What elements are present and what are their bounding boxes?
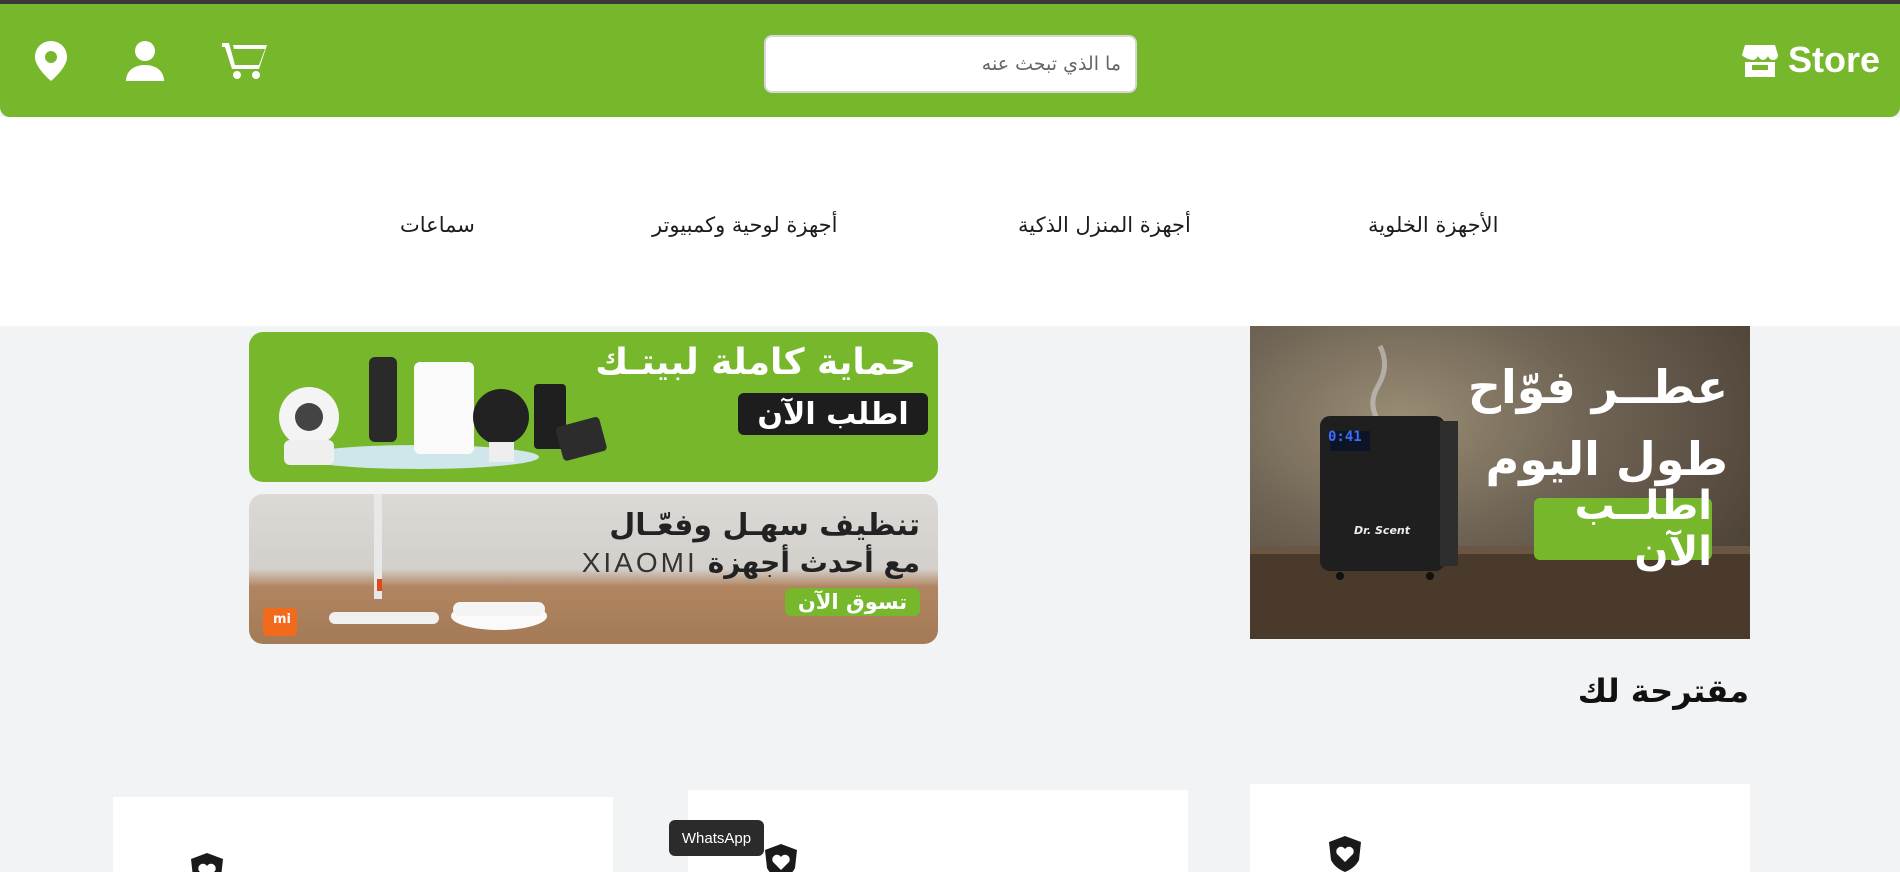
diffuser-display: 0:41	[1328, 429, 1362, 445]
security-banner[interactable]: حماية كاملة لبيتـك اطلب الآن	[249, 332, 938, 482]
search-box[interactable]	[764, 35, 1137, 93]
user-icon	[126, 41, 164, 81]
xiaomi-wordmark: XIAOMI	[581, 546, 698, 578]
product-card[interactable]	[1250, 784, 1750, 872]
cart-button[interactable]	[220, 36, 270, 86]
favorite-heart-icon[interactable]	[187, 851, 227, 872]
brand-name: Store	[1787, 39, 1880, 80]
nav-item-tablets-computers[interactable]: أجهزة لوحية وكمبيوتر	[652, 213, 838, 237]
category-nav: الأجهزة الخلوية أجهزة المنزل الذكية أجهز…	[0, 117, 1900, 326]
whatsapp-button[interactable]: WhatsApp	[669, 820, 764, 856]
cleaning-cta[interactable]: تسوق الآن	[785, 588, 920, 616]
cart-icon	[222, 43, 267, 79]
scent-line1: عطــر فوّاح	[1467, 360, 1728, 414]
site-header: Store	[0, 4, 1900, 117]
xiaomi-cleaning-banner[interactable]: mi تنظيف سهـل وفعّـال مع أحدث أجهزة XIAO…	[249, 494, 938, 644]
security-cta[interactable]: اطلب الآن	[738, 393, 928, 435]
cleaning-line2: مع أحدث أجهزة XIAOMI	[582, 546, 920, 579]
favorite-heart-icon[interactable]	[1325, 834, 1365, 872]
nav-item-headphones[interactable]: سماعات	[400, 213, 475, 237]
scent-cta[interactable]: اطلــب الآن	[1534, 483, 1712, 575]
location-icon	[35, 41, 67, 81]
security-headline: حماية كاملة لبيتـك	[595, 342, 916, 383]
nav-item-smart-home[interactable]: أجهزة المنزل الذكية	[1018, 213, 1191, 237]
mi-logo: mi	[273, 612, 292, 627]
nav-item-mobiles[interactable]: الأجهزة الخلوية	[1368, 213, 1498, 237]
store-icon	[1741, 45, 1778, 77]
diffuser-logo: Dr. Scent	[1354, 524, 1410, 537]
cleaning-line2-text: مع أحدث أجهزة	[707, 546, 920, 579]
location-button[interactable]	[26, 36, 76, 86]
security-products-image	[279, 357, 607, 469]
search-input[interactable]	[766, 37, 1135, 91]
account-button[interactable]	[120, 36, 170, 86]
cleaning-line1: تنظيف سهـل وفعّـال	[609, 508, 920, 543]
favorite-heart-icon[interactable]	[761, 842, 801, 872]
scent-line2: طول اليوم	[1485, 432, 1728, 486]
product-card[interactable]	[113, 797, 613, 872]
suggested-title: مقترحة لك	[1577, 672, 1749, 710]
store-logo[interactable]: Store	[1741, 38, 1880, 82]
scent-banner[interactable]: 0:41 Dr. Scent عطــر فوّاح طول اليوم اطل…	[1250, 326, 1750, 639]
vacuum-products-image	[263, 494, 547, 636]
